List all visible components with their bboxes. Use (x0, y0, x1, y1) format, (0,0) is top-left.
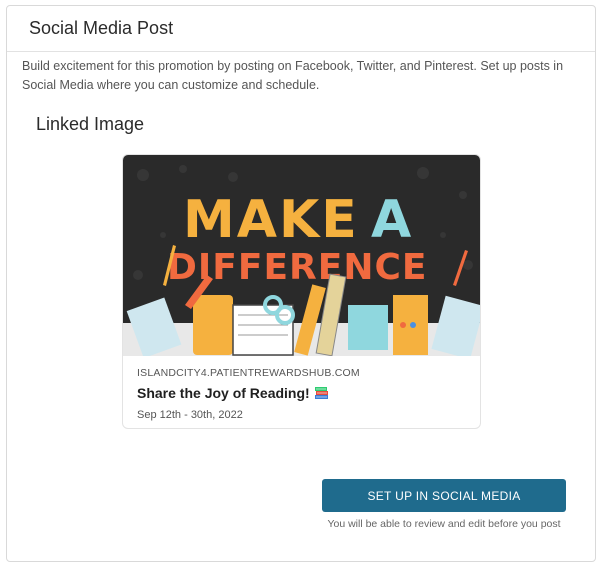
svg-text:A: A (371, 190, 411, 250)
card-description: Build excitement for this promotion by p… (22, 59, 564, 92)
card-header: Social Media Post (7, 6, 595, 52)
link-preview-card[interactable]: MAKE A DIFFERENCE ISLANDCITY4.PATIENTREW… (122, 154, 481, 429)
preview-domain: ISLANDCITY4.PATIENTREWARDSHUB.COM (137, 367, 360, 379)
books-icon (314, 387, 328, 399)
preview-date: Sep 12th - 30th, 2022 (137, 409, 243, 421)
promo-image: MAKE A DIFFERENCE (123, 155, 480, 356)
set-up-social-media-button[interactable]: SET UP IN SOCIAL MEDIA (322, 479, 566, 512)
card-title: Social Media Post (29, 18, 174, 38)
review-note: You will be able to review and edit befo… (327, 518, 561, 530)
preview-title-row: Share the Joy of Reading! (137, 385, 466, 401)
promo-headline-line1: MAKE (183, 190, 359, 250)
linked-image-heading: Linked Image (36, 114, 145, 134)
preview-title: Share the Joy of Reading! (137, 385, 310, 401)
